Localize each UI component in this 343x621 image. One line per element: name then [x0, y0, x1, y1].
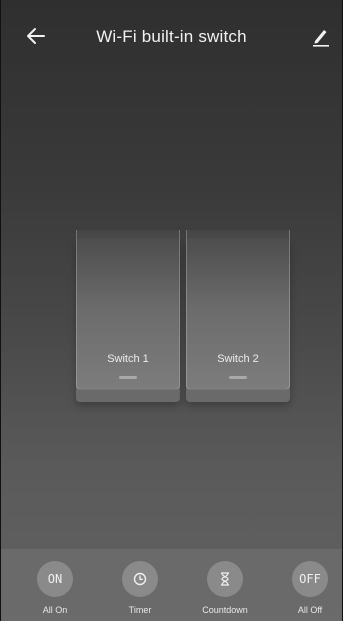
top-bar: Wi-Fi built-in switch: [0, 0, 343, 78]
countdown-label: Countdown: [202, 605, 248, 615]
on-text-icon: ON: [37, 561, 73, 597]
switch-1-face: [76, 230, 180, 390]
switch-1-label: Switch 1: [107, 353, 149, 365]
off-text-icon: OFF: [292, 561, 328, 597]
left-frame-border: [0, 0, 1, 621]
countdown-button[interactable]: Countdown: [193, 561, 257, 621]
hourglass-icon: [207, 561, 243, 597]
switch-2-indicator: [229, 376, 247, 379]
screen: Wi-Fi built-in switch Switch 1 Switch 2 …: [0, 0, 343, 621]
all-on-label: All On: [42, 605, 68, 615]
back-button[interactable]: [24, 24, 48, 48]
switch-2-face: [186, 230, 290, 390]
bottom-action-bar: ON All On Timer Countdown OFF All Off: [0, 549, 343, 621]
timer-label: Timer: [128, 605, 152, 615]
pencil-icon: [313, 30, 329, 47]
all-off-label: All Off: [297, 605, 323, 615]
all-off-button[interactable]: OFF All Off: [278, 561, 342, 621]
switch-1[interactable]: Switch 1: [76, 230, 180, 402]
switch-2[interactable]: Switch 2: [186, 230, 290, 402]
arrow-left-icon: [27, 28, 45, 44]
edit-button[interactable]: [309, 24, 333, 48]
clock-icon: [122, 561, 158, 597]
switch-panel: Switch 1 Switch 2: [76, 230, 290, 402]
page-title: Wi-Fi built-in switch: [96, 27, 247, 46]
all-on-button[interactable]: ON All On: [23, 561, 87, 621]
switch-1-indicator: [119, 376, 137, 379]
switch-2-label: Switch 2: [217, 353, 259, 365]
timer-button[interactable]: Timer: [108, 561, 172, 621]
